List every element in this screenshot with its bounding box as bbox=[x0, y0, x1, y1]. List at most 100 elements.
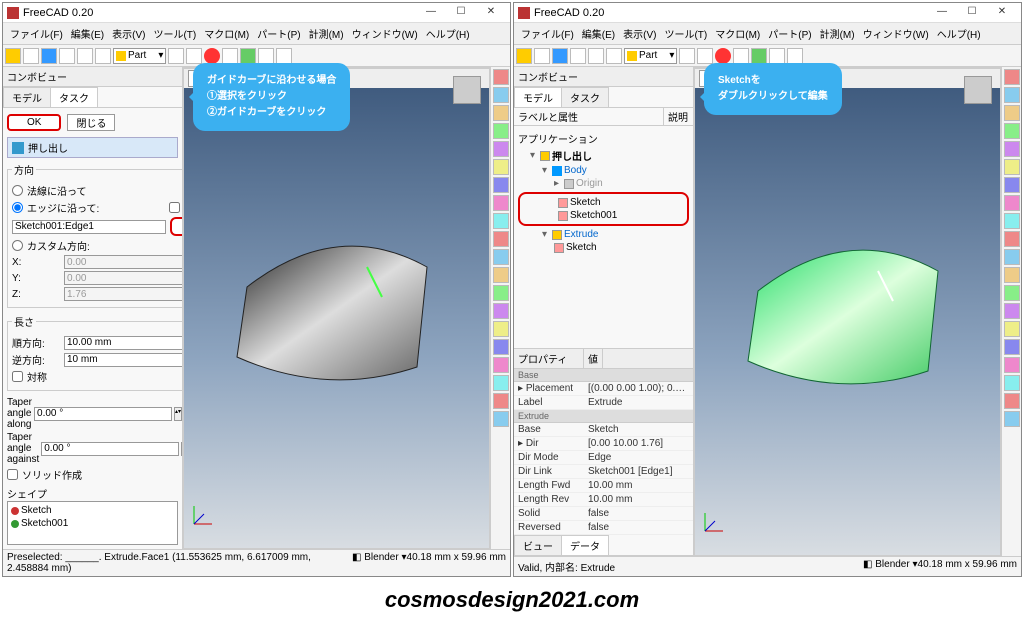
menu-item[interactable]: ヘルプ(H) bbox=[423, 24, 473, 43]
tab-view[interactable]: ビュー bbox=[514, 535, 562, 555]
menu-item[interactable]: 計測(M) bbox=[306, 24, 347, 43]
toolbar-icon[interactable] bbox=[493, 87, 509, 103]
menu-item[interactable]: ウィンドウ(W) bbox=[349, 24, 421, 43]
tool-icon[interactable] bbox=[186, 48, 202, 64]
check-reverse[interactable] bbox=[169, 202, 180, 213]
new-doc-icon[interactable] bbox=[5, 48, 21, 64]
toolbar-icon[interactable] bbox=[493, 195, 509, 211]
menu-item[interactable]: 編集(E) bbox=[579, 24, 618, 43]
nav-cube[interactable] bbox=[453, 76, 481, 104]
menu-item[interactable]: ツール(T) bbox=[150, 24, 199, 43]
workbench-selector[interactable]: Part▾ bbox=[624, 48, 677, 64]
toolbar-icon[interactable] bbox=[493, 321, 509, 337]
toolbar-icon[interactable] bbox=[493, 69, 509, 85]
toolbar-icon[interactable] bbox=[493, 411, 509, 427]
toolbar-icon[interactable] bbox=[1004, 159, 1020, 175]
menu-item[interactable]: パート(P) bbox=[254, 24, 303, 43]
check-solid[interactable] bbox=[7, 469, 18, 480]
minimize-button[interactable]: — bbox=[416, 4, 446, 22]
toolbar-icon[interactable] bbox=[493, 123, 509, 139]
radio-custom[interactable] bbox=[12, 240, 23, 251]
taper-along-input[interactable] bbox=[34, 407, 172, 421]
open-icon[interactable] bbox=[23, 48, 39, 64]
menu-item[interactable]: 計測(M) bbox=[817, 24, 858, 43]
toolbar-icon[interactable] bbox=[1004, 285, 1020, 301]
tool-icon[interactable] bbox=[276, 48, 292, 64]
radio-normal[interactable] bbox=[12, 185, 23, 196]
toolbar-icon[interactable] bbox=[1004, 87, 1020, 103]
maximize-button[interactable]: ☐ bbox=[446, 4, 476, 22]
tool-icon[interactable] bbox=[733, 48, 749, 64]
close-button[interactable]: ✕ bbox=[476, 4, 506, 22]
minimize-button[interactable]: — bbox=[927, 4, 957, 22]
toolbar-icon[interactable] bbox=[493, 249, 509, 265]
toolbar-icon[interactable] bbox=[1004, 321, 1020, 337]
toolbar-icon[interactable] bbox=[1004, 267, 1020, 283]
check-symmetric[interactable] bbox=[12, 371, 23, 382]
3d-viewport[interactable]: ▣押し出し : 1* bbox=[694, 67, 1001, 556]
model-tree[interactable]: アプリケーション ▾押し出し ▾Body ▸Origin Sketch Sket… bbox=[514, 126, 693, 258]
toolbar-icon[interactable] bbox=[493, 159, 509, 175]
toolbar-icon[interactable] bbox=[1004, 375, 1020, 391]
toolbar-icon[interactable] bbox=[1004, 339, 1020, 355]
toolbar-icon[interactable] bbox=[493, 177, 509, 193]
tool-icon[interactable] bbox=[679, 48, 695, 64]
tool-icon[interactable] bbox=[258, 48, 274, 64]
tool-icon[interactable] bbox=[769, 48, 785, 64]
toolbar-icon[interactable] bbox=[1004, 141, 1020, 157]
toolbar-icon[interactable] bbox=[493, 303, 509, 319]
status-nav[interactable]: ◧ Blender ▾ bbox=[352, 552, 407, 574]
toolbar-icon[interactable] bbox=[493, 393, 509, 409]
save-icon[interactable] bbox=[41, 48, 57, 64]
toolbar-icon[interactable] bbox=[493, 213, 509, 229]
toolbar-icon[interactable] bbox=[1004, 393, 1020, 409]
select-button[interactable]: 選択 bbox=[170, 217, 182, 236]
toolbar-icon[interactable] bbox=[1004, 303, 1020, 319]
menu-item[interactable]: 編集(E) bbox=[68, 24, 107, 43]
menu-item[interactable]: ツール(T) bbox=[661, 24, 710, 43]
tool-icon[interactable] bbox=[240, 48, 256, 64]
radio-edge[interactable] bbox=[12, 202, 23, 213]
property-grid[interactable]: プロパティ値 Base ▸ Placement[(0.00 0.00 1.00)… bbox=[514, 348, 693, 535]
toolbar-icon[interactable] bbox=[1004, 69, 1020, 85]
menu-item[interactable]: ヘルプ(H) bbox=[934, 24, 984, 43]
undo-icon[interactable] bbox=[59, 48, 75, 64]
length-rev-input[interactable] bbox=[64, 353, 182, 367]
ok-button[interactable]: OK bbox=[7, 114, 61, 131]
tab-model[interactable]: モデル bbox=[514, 87, 562, 107]
tool-icon[interactable] bbox=[697, 48, 713, 64]
tool-icon[interactable] bbox=[751, 48, 767, 64]
menu-item[interactable]: 表示(V) bbox=[620, 24, 659, 43]
tool-icon[interactable] bbox=[787, 48, 803, 64]
redo-icon[interactable] bbox=[77, 48, 93, 64]
toolbar-icon[interactable] bbox=[1004, 123, 1020, 139]
toolbar-icon[interactable] bbox=[1004, 231, 1020, 247]
toolbar-icon[interactable] bbox=[493, 267, 509, 283]
toolbar-icon[interactable] bbox=[493, 141, 509, 157]
close-task-button[interactable]: 閉じる bbox=[67, 114, 115, 131]
menu-item[interactable]: ファイル(F) bbox=[7, 24, 66, 43]
maximize-button[interactable]: ☐ bbox=[957, 4, 987, 22]
toolbar-icon[interactable] bbox=[1004, 105, 1020, 121]
toolbar-icon[interactable] bbox=[493, 231, 509, 247]
toolbar-icon[interactable] bbox=[493, 339, 509, 355]
record-icon[interactable] bbox=[715, 48, 731, 64]
toolbar-icon[interactable] bbox=[1004, 213, 1020, 229]
length-fwd-input[interactable] bbox=[64, 336, 182, 350]
refresh-icon[interactable] bbox=[606, 48, 622, 64]
task-panel-header[interactable]: 押し出し bbox=[7, 137, 178, 158]
toolbar-icon[interactable] bbox=[493, 285, 509, 301]
tab-model[interactable]: モデル bbox=[3, 87, 51, 107]
toolbar-icon[interactable] bbox=[493, 375, 509, 391]
toolbar-icon[interactable] bbox=[1004, 177, 1020, 193]
undo-icon[interactable] bbox=[570, 48, 586, 64]
refresh-icon[interactable] bbox=[95, 48, 111, 64]
close-button[interactable]: ✕ bbox=[987, 4, 1017, 22]
edge-input[interactable] bbox=[12, 220, 166, 234]
redo-icon[interactable] bbox=[588, 48, 604, 64]
record-icon[interactable] bbox=[204, 48, 220, 64]
tab-data[interactable]: データ bbox=[561, 535, 609, 555]
tab-task[interactable]: タスク bbox=[50, 87, 98, 107]
3d-viewport[interactable]: ▣押し出し : 1* bbox=[183, 67, 490, 549]
status-nav[interactable]: ◧ Blender ▾ bbox=[863, 559, 918, 574]
